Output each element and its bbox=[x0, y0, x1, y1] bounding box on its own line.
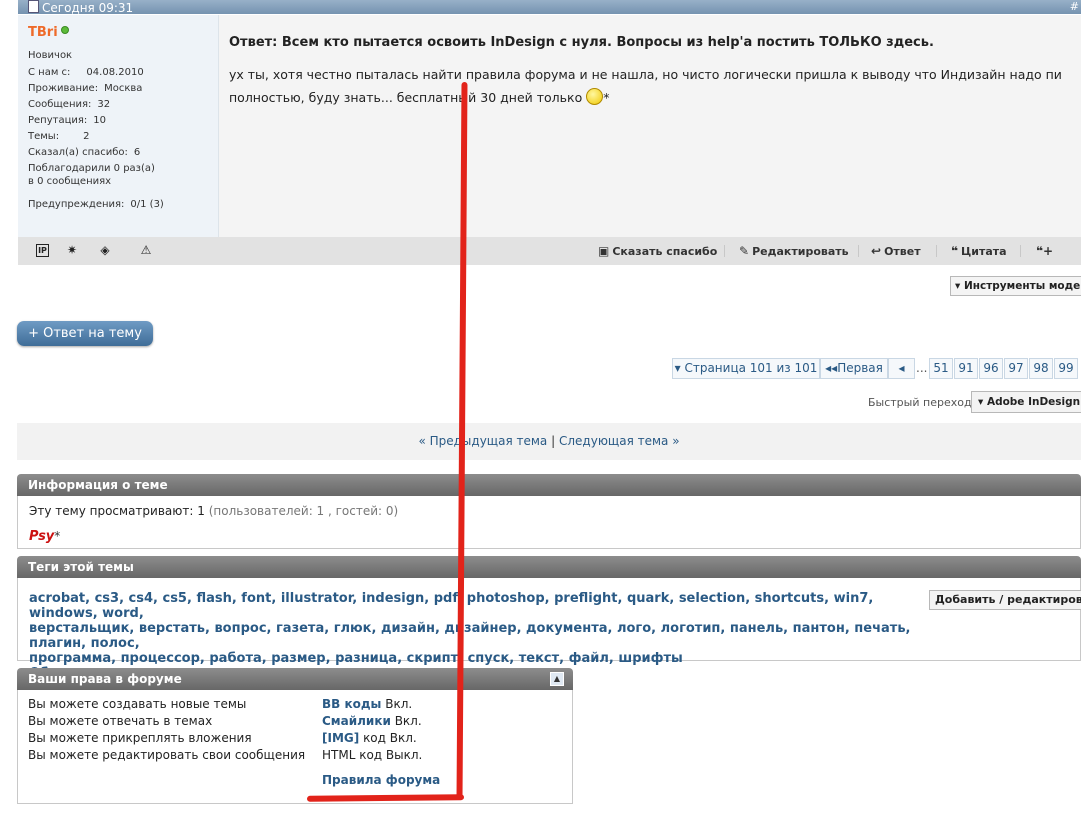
prev-page-link[interactable]: ◂ bbox=[888, 358, 915, 379]
post-text-line2: полностью, буду знать... бесплатный 30 д… bbox=[229, 88, 610, 105]
permission-item: Вы можете создавать новые темы bbox=[28, 697, 247, 711]
thanks-icon: ▣ bbox=[598, 244, 610, 258]
topic-info-box: Информация о теме Эту тему просматривают… bbox=[17, 474, 1081, 549]
page-select-dropdown[interactable]: ▾ Страница 101 из 101 bbox=[672, 358, 820, 379]
tag-line[interactable]: верстальщик, верстать, вопрос, газета, г… bbox=[29, 621, 919, 651]
page-link[interactable]: 98 bbox=[1029, 358, 1053, 379]
post-text: ух ты, хотя честно пыталась найти правил… bbox=[229, 63, 1081, 109]
collapse-icon[interactable]: ▲ bbox=[550, 672, 564, 686]
topic-info-title: Информация о теме bbox=[17, 474, 1081, 496]
page-link[interactable]: 51 bbox=[929, 358, 953, 379]
divider bbox=[724, 245, 725, 257]
topic-tags-box: Теги этой темы acrobat, cs3, cs4, cs5, f… bbox=[17, 556, 1081, 681]
pencil-icon: ✎ bbox=[739, 244, 750, 258]
bbcode-setting: BB коды Вкл. bbox=[322, 697, 413, 711]
post-date: Сегодня 09:31 bbox=[42, 1, 134, 15]
quick-nav-dropdown[interactable]: ▾ Adobe InDesign bbox=[971, 391, 1081, 413]
post-text-line1: ух ты, хотя честно пыталась найти правил… bbox=[229, 67, 1062, 82]
user-field-reputation: Репутация: 10 bbox=[28, 115, 107, 126]
user-field-joined: С нам с: 04.08.2010 bbox=[28, 67, 144, 78]
page-link[interactable]: 97 bbox=[1004, 358, 1028, 379]
warning-icon[interactable]: ⚠ bbox=[139, 243, 153, 257]
img-code-link[interactable]: [IMG] bbox=[322, 731, 359, 745]
reply-icon: ↩ bbox=[871, 244, 882, 258]
report-icon[interactable]: ✷ bbox=[65, 243, 79, 257]
next-topic-link[interactable]: Следующая тема » bbox=[559, 434, 680, 448]
edit-tags-button[interactable]: Добавить / редактироват bbox=[929, 590, 1081, 610]
reply-to-topic-button[interactable]: + Ответ на тему bbox=[17, 321, 153, 346]
user-thanked-line1: Поблагодарили 0 раз(а) bbox=[28, 163, 155, 174]
permission-item: Вы можете прикреплять вложения bbox=[28, 731, 252, 745]
quote-icon: ❝ bbox=[951, 244, 959, 258]
page-link[interactable]: 91 bbox=[954, 358, 978, 379]
page-link[interactable]: 99 bbox=[1054, 358, 1078, 379]
smilies-link[interactable]: Смайлики bbox=[322, 714, 391, 728]
tag-line[interactable]: acrobat, cs3, cs4, cs5, flash, font, ill… bbox=[29, 591, 919, 621]
permission-item: Вы можете редактировать свои сообщения bbox=[28, 748, 306, 762]
tag-line[interactable]: программа, процессор, работа, размер, ра… bbox=[29, 651, 919, 666]
document-icon bbox=[28, 0, 39, 13]
smilies-setting: Смайлики Вкл. bbox=[322, 714, 422, 728]
forum-permissions-box: Ваши права в форуме ▲ Вы можете создават… bbox=[17, 668, 573, 804]
user-field-thanks: Сказал(а) спасибо: 6 bbox=[28, 147, 141, 158]
reputation-icon[interactable]: ◈ bbox=[98, 243, 112, 257]
bbcode-link[interactable]: BB коды bbox=[322, 697, 381, 711]
img-setting: [IMG] код Вкл. bbox=[322, 731, 417, 745]
moderation-tools-dropdown[interactable]: ▾ Инструменты модер bbox=[950, 276, 1081, 296]
divider bbox=[858, 245, 859, 257]
thanks-button[interactable]: ▣ Сказать спасибо bbox=[598, 244, 717, 258]
user-warnings: Предупреждения: 0/1 (3) bbox=[28, 199, 164, 210]
first-page-link[interactable]: ◂◂Первая bbox=[820, 358, 888, 379]
topic-navigation: « Предыдущая тема | Следующая тема » bbox=[17, 423, 1081, 460]
viewer-username[interactable]: Psy* bbox=[29, 529, 60, 544]
multiquote-button[interactable]: ❝+ bbox=[1036, 244, 1056, 258]
quick-nav-label: Быстрый переход bbox=[868, 396, 972, 409]
multiquote-icon: ❝+ bbox=[1036, 244, 1054, 258]
post-title: Ответ: Всем кто пытается освоить InDesig… bbox=[229, 35, 934, 50]
divider bbox=[936, 245, 937, 257]
user-field-topics: Темы: 2 bbox=[28, 131, 90, 142]
user-rank: Новичок bbox=[28, 50, 73, 61]
divider bbox=[1020, 245, 1021, 257]
online-status-icon bbox=[60, 26, 69, 34]
quote-button[interactable]: ❝ Цитата bbox=[951, 244, 1007, 258]
user-info-panel: TBri Новичок С нам с: 04.08.2010 Проживан… bbox=[18, 15, 219, 237]
page-link[interactable]: 96 bbox=[979, 358, 1003, 379]
topic-tags-title: Теги этой темы bbox=[17, 556, 1081, 578]
post-header: Сегодня 09:31 # bbox=[18, 0, 1081, 15]
edit-button[interactable]: ✎ Редактировать bbox=[739, 244, 849, 258]
smiley-icon bbox=[586, 88, 604, 105]
user-field-posts: Сообщения: 32 bbox=[28, 99, 111, 110]
username[interactable]: TBri bbox=[28, 25, 69, 40]
post-permalink[interactable]: # bbox=[1070, 0, 1079, 14]
html-setting: HTML код Выкл. bbox=[322, 748, 423, 762]
reply-post-button[interactable]: ↩ Ответ bbox=[871, 244, 921, 258]
ip-icon[interactable]: IP bbox=[36, 244, 49, 257]
previous-topic-link[interactable]: « Предыдущая тема bbox=[418, 434, 547, 448]
permission-item: Вы можете отвечать в темах bbox=[28, 714, 213, 728]
post-actions-bar: IP ✷ ◈ ⚠ ▣ Сказать спасибо ✎ Редактировать… bbox=[18, 237, 1081, 265]
nav-separator: | bbox=[551, 434, 556, 448]
topic-viewers-line: Эту тему просматривают: 1 (пользователей… bbox=[29, 504, 399, 518]
user-field-location: Проживание: Москва bbox=[28, 83, 143, 94]
forum-rules-link[interactable]: Правила форума bbox=[322, 773, 440, 787]
permissions-title: Ваши права в форуме ▲ bbox=[17, 668, 573, 690]
post-body: Ответ: Всем кто пытается освоить InDesig… bbox=[219, 15, 1081, 237]
user-thanked-line2: в 0 сообщениях bbox=[28, 176, 112, 187]
pager-ellipsis: ... bbox=[916, 361, 928, 375]
